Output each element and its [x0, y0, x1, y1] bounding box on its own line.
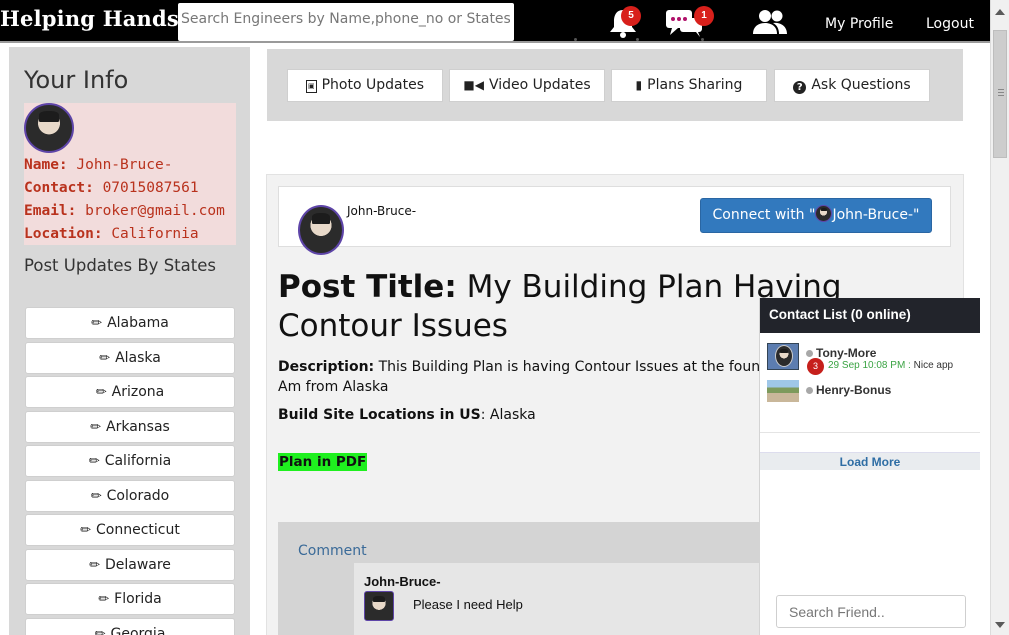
- info-name: Name: John-Bruce-: [24, 157, 173, 173]
- tab-video-updates[interactable]: ■◀ Video Updates: [449, 69, 605, 102]
- brand-logo[interactable]: Helping Hands: [0, 6, 179, 31]
- search-engineers-input[interactable]: [178, 3, 514, 41]
- pencil-icon: ✏: [88, 454, 100, 469]
- users-icon[interactable]: [751, 8, 789, 36]
- state-button-connecticut[interactable]: ✏ Connecticut: [25, 514, 235, 546]
- tab-photo-updates[interactable]: ▣ Photo Updates: [287, 69, 443, 102]
- plan-pdf-link[interactable]: Plan in PDF: [278, 453, 368, 471]
- build-site-location: Build Site Locations in US: Alaska: [278, 407, 536, 423]
- user-avatar: [24, 103, 74, 153]
- notifications-badge: 5: [621, 6, 641, 26]
- connect-avatar-icon: [815, 205, 833, 222]
- state-button-georgia[interactable]: ✏ Georgia: [25, 618, 235, 635]
- contact-list-header[interactable]: Contact List (0 online): [760, 298, 980, 333]
- contact-divider: [760, 432, 980, 433]
- nav-dot: [701, 38, 704, 41]
- state-button-alaska[interactable]: ✏ Alaska: [25, 342, 235, 374]
- info-email: Email: broker@gmail.com: [24, 203, 225, 219]
- info-contact: Contact: 07015087561: [24, 180, 199, 196]
- state-button-florida[interactable]: ✏ Florida: [25, 583, 235, 615]
- state-button-alabama[interactable]: ✏ Alabama: [25, 307, 235, 339]
- video-camera-icon: ■◀: [463, 78, 484, 92]
- logout-link[interactable]: Logout: [926, 16, 974, 32]
- pencil-icon: ✏: [80, 523, 92, 538]
- comment-text: Please I need Help: [413, 597, 523, 612]
- contact-unread-badge: 3: [807, 358, 824, 375]
- pencil-icon: ✏: [90, 489, 102, 504]
- pencil-icon: ✏: [98, 592, 110, 607]
- vertical-scrollbar[interactable]: [990, 0, 1009, 635]
- scroll-up-icon[interactable]: [995, 9, 1005, 15]
- comment-avatar: [364, 591, 394, 621]
- nav-dot: [574, 38, 577, 41]
- state-button-california[interactable]: ✏ California: [25, 445, 235, 477]
- state-button-arizona[interactable]: ✏ Arizona: [25, 376, 235, 408]
- pencil-icon: ✏: [89, 558, 100, 573]
- state-button-arkansas[interactable]: ✏ Arkansas: [25, 411, 235, 443]
- info-location: Location: California: [24, 226, 199, 242]
- scroll-down-icon[interactable]: [995, 622, 1005, 628]
- state-button-delaware[interactable]: ✏ Delaware: [25, 549, 235, 581]
- contact-avatar-tony[interactable]: [767, 343, 799, 370]
- offline-status-icon: [806, 350, 813, 357]
- nav-dot: [636, 38, 639, 41]
- pencil-icon: ✏: [90, 420, 102, 435]
- offline-status-icon: [806, 387, 813, 394]
- comment-author: John-Bruce-: [364, 574, 441, 589]
- tab-ask-questions[interactable]: ? Ask Questions: [774, 69, 930, 102]
- pencil-icon: ✏: [99, 351, 111, 366]
- contact-name-henry[interactable]: Henry-Bonus: [806, 383, 891, 397]
- pencil-icon: ✏: [94, 627, 106, 635]
- my-profile-link[interactable]: My Profile: [825, 16, 893, 32]
- state-button-colorado[interactable]: ✏ Colorado: [25, 480, 235, 512]
- contact-list-popup: Contact List (0 online) Tony-More 3 29 S…: [759, 298, 980, 635]
- scrollbar-thumb[interactable]: [993, 30, 1007, 158]
- comment-label[interactable]: Comment: [298, 543, 367, 559]
- search-friend-input[interactable]: [776, 595, 966, 628]
- contact-last-message: 29 Sep 10:08 PM : Nice app: [828, 360, 954, 371]
- pencil-icon: ✏: [95, 385, 107, 400]
- question-circle-icon: ?: [793, 81, 807, 94]
- file-icon: ▮: [635, 78, 643, 92]
- author-avatar[interactable]: [298, 205, 344, 255]
- post-author-name[interactable]: John-Bruce-: [347, 204, 416, 218]
- load-more-button[interactable]: Load More: [760, 452, 980, 470]
- pencil-icon: ✏: [91, 316, 103, 331]
- photo-icon: ▣: [305, 80, 317, 93]
- your-info-heading: Your Info: [24, 66, 129, 94]
- connect-button[interactable]: Connect with " John-Bruce-": [700, 198, 932, 233]
- contact-avatar-henry[interactable]: [767, 380, 799, 402]
- tab-plans-sharing[interactable]: ▮ Plans Sharing: [611, 69, 767, 102]
- post-updates-by-states-heading: Post Updates By States: [24, 256, 216, 275]
- messages-badge: 1: [694, 6, 714, 26]
